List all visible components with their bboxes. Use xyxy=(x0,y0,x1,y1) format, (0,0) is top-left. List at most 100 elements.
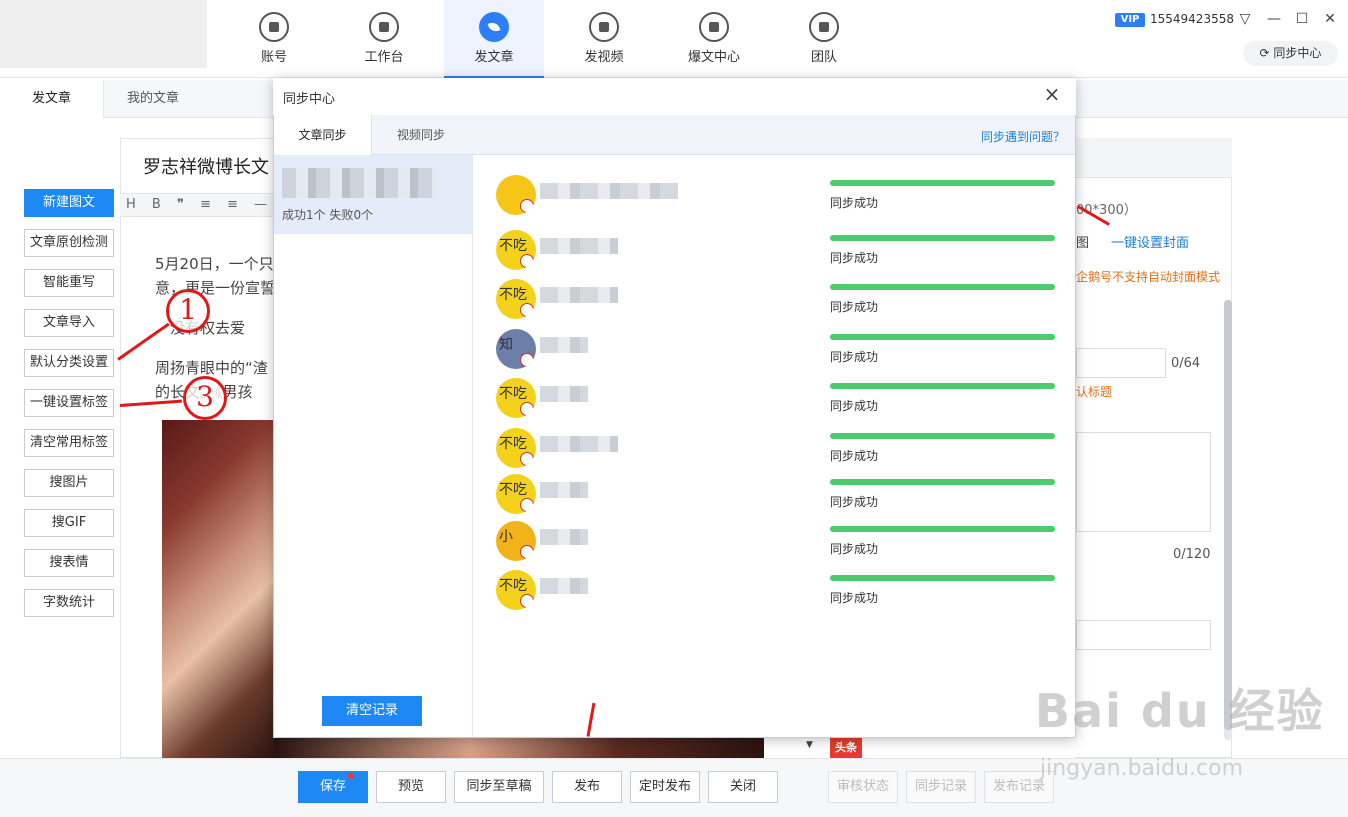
blurred-account-name xyxy=(540,337,588,353)
nav-account-label: 账号 xyxy=(260,50,287,65)
avatar-text: 不吃 xyxy=(499,578,527,594)
tab-article-sync[interactable]: 文章同步 xyxy=(274,115,372,155)
annotation-marker-3: 3 xyxy=(183,376,227,420)
sync-to-draft-button[interactable]: 同步至草稿 xyxy=(454,771,544,803)
sync-status: 同步成功 xyxy=(830,591,879,605)
sync-progress-bar xyxy=(830,479,1055,485)
watermark-logo: Bai du 经验 xyxy=(1035,684,1325,738)
nav-post-video[interactable]: 发视频 xyxy=(554,0,654,78)
account-avatar: 不吃 xyxy=(496,279,536,319)
set-tags-button[interactable]: 一键设置标签 xyxy=(24,389,114,417)
title-input[interactable] xyxy=(1076,348,1166,378)
tag-input[interactable] xyxy=(1076,620,1211,650)
article-photo xyxy=(162,420,274,758)
scrollbar-thumb[interactable] xyxy=(1224,300,1232,730)
tab-post-article[interactable]: 发文章 xyxy=(0,80,104,118)
default-category-button[interactable]: 默认分类设置 xyxy=(24,349,114,377)
nav-team[interactable]: 团队 xyxy=(774,0,874,78)
sync-status: 同步成功 xyxy=(830,495,879,509)
save-button[interactable]: 保存 xyxy=(298,771,368,803)
smart-rewrite-button[interactable]: 智能重写 xyxy=(24,269,114,297)
platform-badge-icon xyxy=(520,199,534,213)
abstract-textarea[interactable] xyxy=(1076,432,1211,532)
user-phone: 15549423558 xyxy=(1150,12,1234,26)
dropdown-icon[interactable]: ▽ xyxy=(1237,11,1253,27)
sync-help-link[interactable]: 同步遇到问题？ xyxy=(981,128,1065,145)
sync-progress-fill xyxy=(830,334,1055,340)
minimize-icon[interactable]: — xyxy=(1266,11,1282,27)
publish-button[interactable]: 发布 xyxy=(552,771,622,803)
tab-my-articles[interactable]: 我的文章 xyxy=(104,80,202,118)
logo-area xyxy=(0,0,207,68)
account-avatar: 不吃 xyxy=(496,230,536,270)
sync-records-button[interactable]: 同步记录 xyxy=(906,771,976,803)
tab-video-sync[interactable]: 视频同步 xyxy=(372,115,470,155)
editor-toolbar[interactable]: H B ❞ ≡ ≡ — xyxy=(120,193,280,217)
preview-button[interactable]: 预览 xyxy=(376,771,446,803)
nav-post-video-label: 发视频 xyxy=(584,50,624,65)
blurred-account-name xyxy=(540,183,678,199)
modal-title: 同步中心 xyxy=(283,92,336,107)
blurred-account-name xyxy=(540,482,588,498)
search-images-button[interactable]: 搜图片 xyxy=(24,469,114,497)
nav-team-label: 团队 xyxy=(810,50,837,65)
close-button[interactable]: 关闭 xyxy=(708,771,778,803)
image-label: 图 xyxy=(1076,236,1090,251)
account-avatar: 不吃 xyxy=(496,378,536,418)
review-status-button[interactable]: 审核状态 xyxy=(828,771,898,803)
platform-badge-icon xyxy=(520,402,534,416)
fire-icon xyxy=(699,12,729,42)
blurred-record-title xyxy=(282,168,438,198)
settings-panel-header xyxy=(1075,138,1232,178)
chevron-down-icon[interactable]: ▼ xyxy=(806,740,813,750)
search-gif-button[interactable]: 搜GIF xyxy=(24,509,114,537)
sync-progress-bar xyxy=(830,235,1055,241)
platform-badge-icon xyxy=(520,452,534,466)
new-article-button[interactable]: 新建图文 xyxy=(24,189,114,217)
avatar-text: 不吃 xyxy=(499,436,527,452)
avatar-text: 不吃 xyxy=(499,287,527,303)
nav-workbench-label: 工作台 xyxy=(364,50,404,65)
sync-progress-fill xyxy=(830,575,1055,581)
originality-check-button[interactable]: 文章原创检测 xyxy=(24,229,114,257)
clear-tags-button[interactable]: 清空常用标签 xyxy=(24,429,114,457)
sync-progress-fill xyxy=(830,180,1055,186)
close-window-icon[interactable]: ✕ xyxy=(1322,11,1338,27)
title-char-count: 0/64 xyxy=(1171,356,1201,371)
sync-progress-bar xyxy=(830,334,1055,340)
nav-hot-articles[interactable]: 爆文中心 xyxy=(664,0,764,78)
blurred-account-name xyxy=(540,578,588,594)
article-title[interactable]: 罗志祥微博长文 xyxy=(143,153,280,179)
sync-progress-bar xyxy=(830,433,1055,439)
sync-status: 同步成功 xyxy=(830,196,879,210)
clear-records-button[interactable]: 清空记录 xyxy=(322,696,422,726)
nav-account[interactable]: 账号 xyxy=(224,0,324,78)
sync-progress-fill xyxy=(830,526,1055,532)
sync-status: 同步成功 xyxy=(830,300,879,314)
close-icon[interactable]: × xyxy=(1043,84,1061,104)
word-count-button[interactable]: 字数统计 xyxy=(24,589,114,617)
sync-progress-fill xyxy=(830,479,1055,485)
sync-progress-bar xyxy=(830,284,1055,290)
nav-hot-articles-label: 爆文中心 xyxy=(687,50,740,65)
search-emoji-button[interactable]: 搜表情 xyxy=(24,549,114,577)
maximize-icon[interactable]: ☐ xyxy=(1294,11,1310,27)
sync-center-label: 同步中心 xyxy=(1273,46,1322,60)
account-avatar: 不吃 xyxy=(496,428,536,468)
blurred-account-name xyxy=(540,287,618,303)
auto-cover-link[interactable]: 一键设置封面 xyxy=(1111,232,1189,251)
unsaved-dot xyxy=(348,773,354,779)
nav-post-article[interactable]: 发文章 xyxy=(444,0,544,78)
blurred-account-name xyxy=(540,386,588,402)
nav-workbench[interactable]: 工作台 xyxy=(334,0,434,78)
account-avatar: 不吃 xyxy=(496,474,536,514)
sync-center-button[interactable]: ⟳ 同步中心 xyxy=(1243,41,1338,66)
platform-badge-icon xyxy=(520,303,534,317)
sync-status: 同步成功 xyxy=(830,251,879,265)
modal-header xyxy=(273,78,1076,115)
platform-badge-icon xyxy=(520,254,534,268)
import-article-button[interactable]: 文章导入 xyxy=(24,309,114,337)
title-tip: 认标题 xyxy=(1076,385,1113,399)
account-avatar xyxy=(496,175,536,215)
scheduled-publish-button[interactable]: 定时发布 xyxy=(630,771,700,803)
